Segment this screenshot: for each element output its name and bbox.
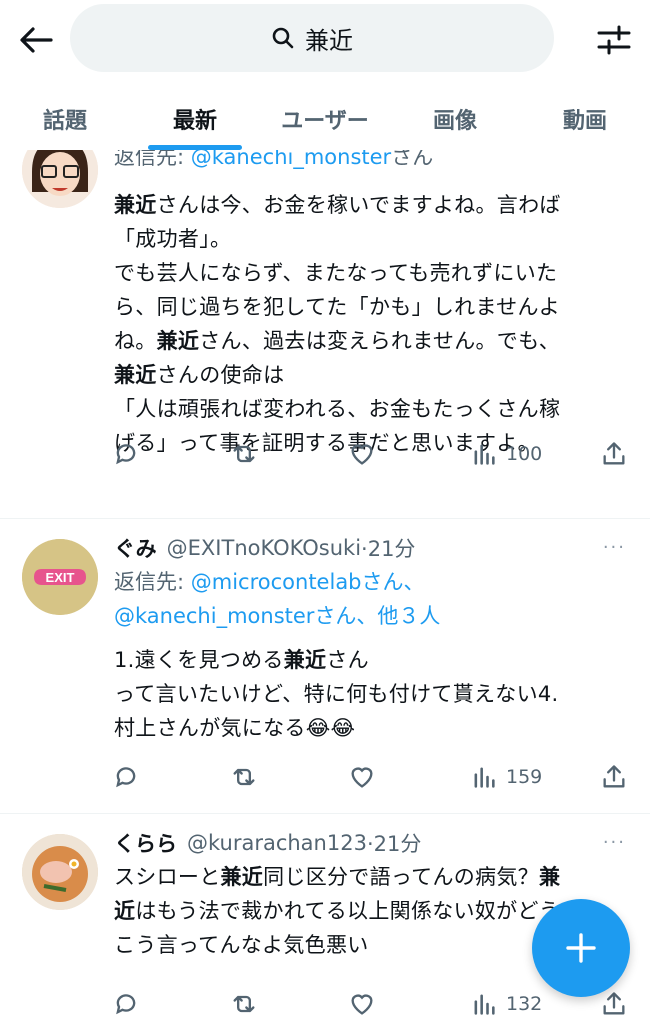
reply-to: 返信先: @kanechi_monsterさん: [114, 150, 630, 174]
arrow-left-icon: [20, 27, 53, 53]
heart-icon: [351, 767, 373, 788]
tweet-actions: 159: [112, 759, 628, 795]
reply-button[interactable]: [112, 763, 140, 791]
cartoon-avatar-image: [22, 150, 98, 208]
exit-logo-avatar-image: EXIT: [22, 539, 98, 615]
more-options-icon[interactable]: ···: [603, 832, 626, 853]
sliders-icon: [597, 25, 631, 55]
share-button[interactable]: [600, 440, 628, 468]
tab-people[interactable]: ユーザー: [260, 88, 390, 150]
tweet-text: 1.遠くを見つめる兼近さん って言いたいけど、特に何も付けて貰えない4. 村上さ…: [114, 648, 559, 740]
reply-icon: [116, 767, 136, 788]
tweet[interactable]: 返信先: @kanechi_monsterさん 兼近さんは今、お金を稼いでますよ…: [0, 150, 650, 519]
reply-handle-link[interactable]: @microcontelab: [191, 570, 362, 594]
share-button[interactable]: [600, 990, 628, 1017]
views-count: 100: [506, 443, 543, 465]
avatar[interactable]: EXIT: [22, 539, 98, 615]
avatar[interactable]: [22, 150, 98, 208]
reply-handle-link[interactable]: @kanechi_monster: [114, 604, 314, 628]
tab-latest[interactable]: 最新: [130, 88, 260, 150]
reply-button[interactable]: [112, 990, 140, 1017]
search-icon: [272, 27, 294, 49]
reply-icon: [116, 994, 136, 1015]
user-handle[interactable]: @kurarachan123: [187, 831, 367, 855]
tweet-header: くらら @kurarachan123 ·21分: [114, 828, 630, 858]
like-button[interactable]: [348, 440, 376, 468]
reply-icon: [116, 444, 136, 465]
plus-icon: [566, 933, 596, 963]
back-button[interactable]: [14, 20, 58, 60]
share-button[interactable]: [600, 763, 628, 791]
reply-button[interactable]: [112, 440, 140, 468]
reply-to: 返信先: @microcontelabさん、: [114, 570, 425, 594]
retweet-icon: [233, 995, 255, 1013]
top-bar: 兼近 話題 最新 ユーザー 画像 動画: [0, 0, 650, 150]
search-tabs: 話題 最新 ユーザー 画像 動画: [0, 88, 650, 150]
like-button[interactable]: [348, 990, 376, 1017]
retweet-icon: [233, 768, 255, 786]
views-button[interactable]: 100: [470, 440, 542, 468]
display-name[interactable]: くらら: [114, 828, 177, 858]
avatar[interactable]: [22, 834, 98, 910]
views-chart-icon: [474, 444, 495, 465]
views-chart-icon: [474, 767, 495, 788]
retweet-button[interactable]: [230, 990, 258, 1017]
share-icon: [603, 765, 625, 788]
tweet[interactable]: EXIT ぐみ @EXITnoKOKOsuki ·21分 返信先: @micro…: [0, 519, 650, 814]
tweet-actions: 100: [112, 436, 628, 472]
search-filter-button[interactable]: [592, 18, 636, 62]
heart-icon: [351, 444, 373, 465]
tweet-time: ·21分: [366, 832, 422, 856]
tweet-time: ·21分: [361, 537, 416, 561]
tweet-header: ぐみ @EXITnoKOKOsuki ·21分: [114, 533, 630, 563]
tweet-actions: 132: [112, 986, 628, 1017]
views-button[interactable]: 159: [470, 763, 542, 791]
share-icon: [603, 992, 625, 1015]
share-icon: [603, 442, 625, 465]
views-button[interactable]: 132: [470, 990, 542, 1017]
tweet-text: 兼近さんは今、お金を稼いでますよね。言わば 「成功者」。 でも芸人にならず、また…: [114, 193, 561, 455]
reply-handle-link[interactable]: @kanechi_monster: [191, 150, 391, 169]
like-button[interactable]: [348, 763, 376, 791]
user-handle[interactable]: @EXITnoKOKOsuki: [167, 536, 361, 560]
reply-to-line2: @kanechi_monsterさん、他３人: [114, 604, 441, 628]
search-input[interactable]: 兼近: [70, 4, 554, 72]
retweet-icon: [233, 445, 255, 463]
views-count: 132: [506, 993, 543, 1015]
views-chart-icon: [474, 994, 495, 1015]
tab-top[interactable]: 話題: [0, 88, 130, 150]
more-options-icon[interactable]: ···: [603, 537, 626, 558]
heart-icon: [351, 994, 373, 1015]
tab-photos[interactable]: 画像: [390, 88, 520, 150]
tweet-feed: 返信先: @kanechi_monsterさん 兼近さんは今、お金を稼いでますよ…: [0, 150, 650, 1017]
retweet-button[interactable]: [230, 763, 258, 791]
svg-text:EXIT: EXIT: [46, 570, 75, 585]
retweet-button[interactable]: [230, 440, 258, 468]
views-count: 159: [506, 766, 543, 788]
search-query: 兼近: [305, 26, 353, 55]
compose-tweet-button[interactable]: [532, 899, 630, 997]
display-name[interactable]: ぐみ: [114, 533, 157, 563]
tab-videos[interactable]: 動画: [520, 88, 650, 150]
ramen-bowl-avatar-image: [22, 834, 98, 910]
